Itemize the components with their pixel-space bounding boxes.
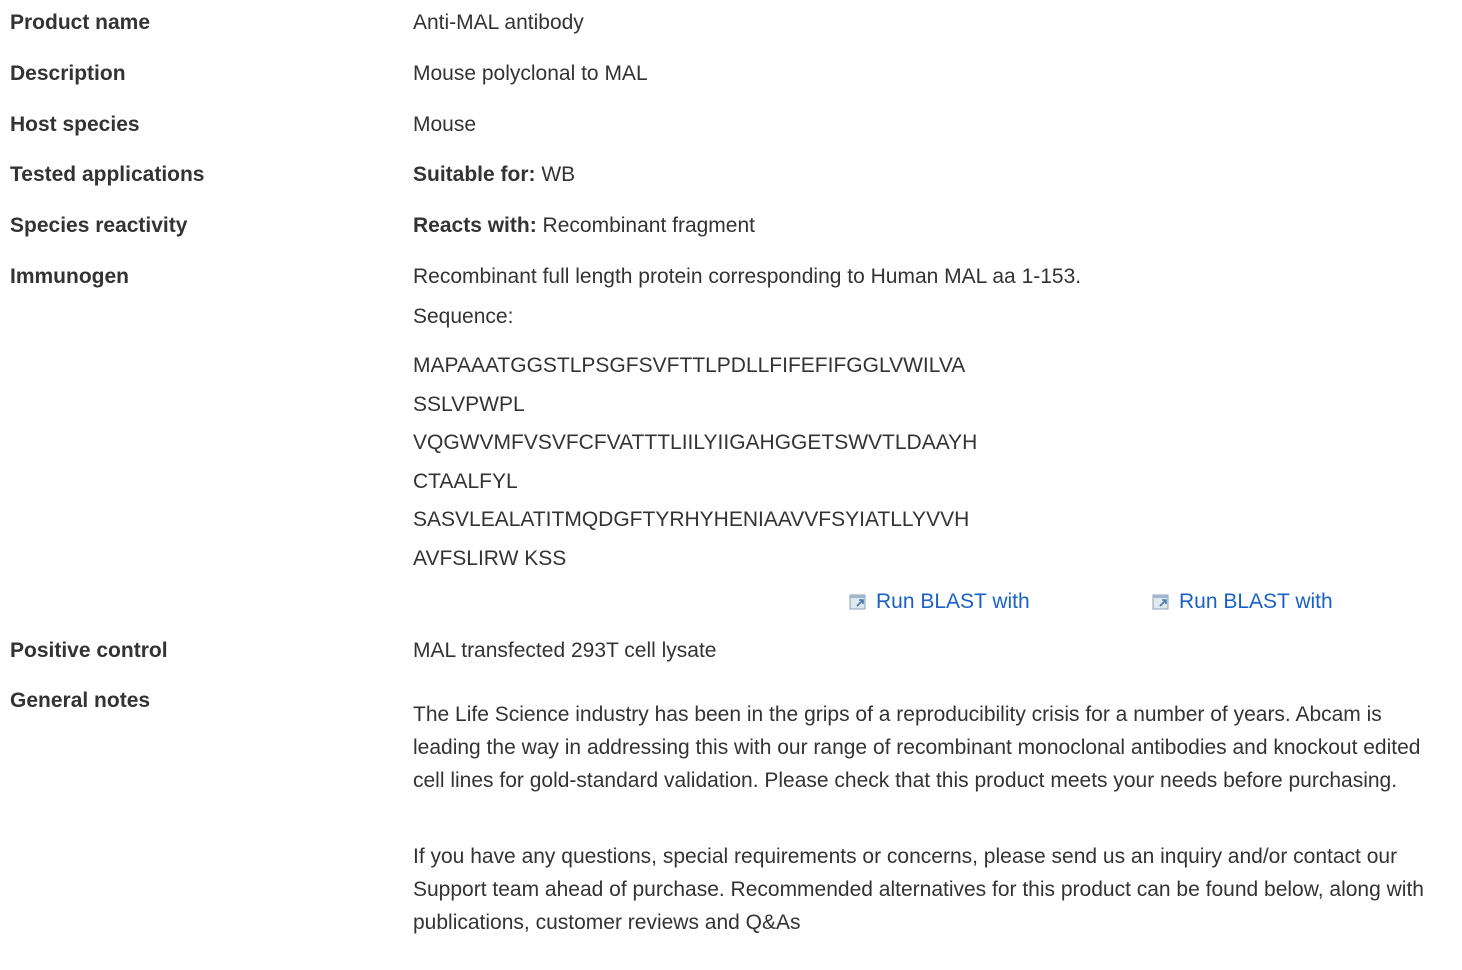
value-host-species: Mouse [413, 113, 477, 136]
reacts-with-value: Recombinant fragment [542, 214, 755, 237]
run-blast-link-1[interactable]: Run BLAST with [849, 590, 1030, 614]
run-blast-link-2[interactable]: Run BLAST with [1152, 590, 1333, 614]
sequence-line: AVFSLIRW KSS [413, 547, 567, 570]
sequence-line: VQGWVMFVSVFCFVATTTLIILYIIGAHGGETSWVTLDAA… [413, 431, 978, 454]
label-positive-control: Positive control [10, 639, 168, 662]
sequence-line: CTAALFYL [413, 470, 518, 493]
label-product-name: Product name [10, 11, 151, 34]
label-species-reactivity: Species reactivity [10, 214, 188, 237]
label-description: Description [10, 62, 126, 85]
run-blast-label: Run BLAST with [876, 590, 1030, 613]
external-window-icon [849, 593, 867, 611]
sequence-label: Sequence: [413, 305, 514, 328]
value-description: Mouse polyclonal to MAL [413, 62, 648, 85]
label-immunogen: Immunogen [10, 265, 129, 288]
value-species-reactivity: Reacts with: Recombinant fragment [413, 214, 755, 238]
sequence-line: SSLVPWPL [413, 393, 525, 416]
sequence-line: MAPAAATGGSTLPSGFSVFTTLPDLLFIFEFIFGGLVWIL… [413, 354, 966, 377]
value-immunogen: Recombinant full length protein correspo… [413, 265, 1082, 288]
value-tested-applications: Suitable for: WB [413, 163, 575, 187]
value-product-name: Anti-MAL antibody [413, 11, 584, 34]
general-notes-paragraph: If you have any questions, special requi… [413, 845, 1424, 934]
reacts-with-prefix: Reacts with: [413, 214, 537, 237]
value-positive-control: MAL transfected 293T cell lysate [413, 639, 717, 662]
label-tested-applications: Tested applications [10, 163, 205, 186]
run-blast-label: Run BLAST with [1179, 590, 1333, 613]
sequence-line: SASVLEALATITMQDGFTYRHYHENIAAVVFSYIATLLYV… [413, 508, 970, 531]
suitable-for-value: WB [541, 163, 576, 186]
general-notes-paragraph: The Life Science industry has been in th… [413, 703, 1421, 792]
label-host-species: Host species [10, 113, 140, 136]
label-general-notes: General notes [10, 689, 151, 712]
suitable-for-prefix: Suitable for: [413, 163, 536, 186]
external-window-icon [1152, 593, 1170, 611]
